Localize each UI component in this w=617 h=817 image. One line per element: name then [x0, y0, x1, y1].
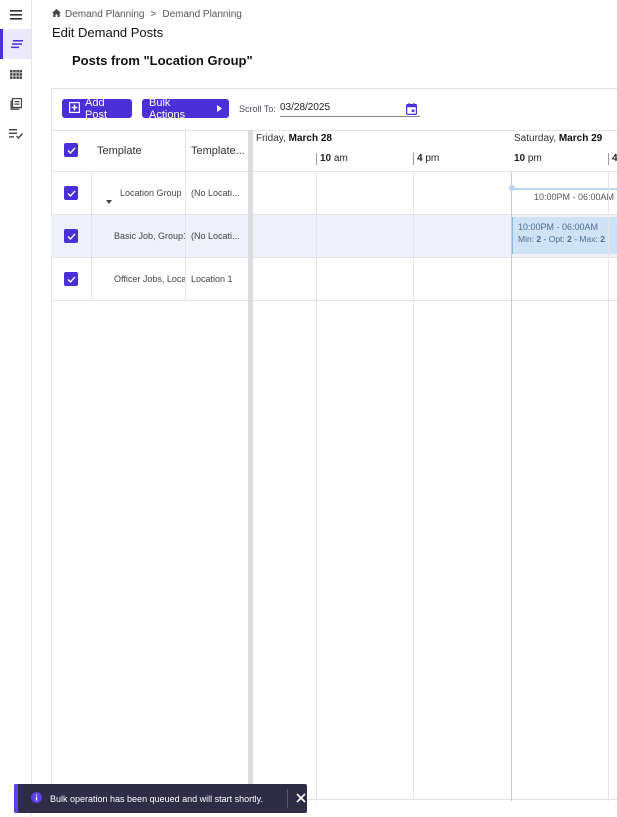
grid-line: [413, 172, 414, 801]
column-header-template[interactable]: Template: [97, 145, 142, 157]
toast-message: Bulk operation has been queued and will …: [50, 793, 263, 804]
shift-block[interactable]: 10:00PM - 06:00AM Min: 2 - Opt: 2 - Max:…: [511, 217, 617, 254]
toast-accent-bar: [14, 784, 18, 813]
row-template-name: Officer Jobs, Loca: [114, 274, 185, 284]
timeline-row: 10:00PM - 06:00AM: [253, 172, 617, 215]
opt-label: - Opt:: [541, 234, 568, 244]
toolbar: Add Post Bulk Actions Scroll To: 03/28/2…: [51, 88, 617, 130]
day-label-friday: Friday, March 28: [256, 133, 332, 144]
breadcrumb-link-demand-planning[interactable]: Demand Planning: [65, 9, 145, 20]
time-label: 10 pm: [511, 153, 542, 165]
time-hour: 10: [514, 153, 526, 164]
max-label: - Max:: [571, 234, 601, 244]
toast-divider: [287, 789, 288, 808]
time-label: 4 pm: [413, 153, 439, 165]
day-date: March 29: [558, 133, 603, 144]
add-post-button[interactable]: Add Post: [62, 96, 132, 121]
column-divider: [91, 258, 92, 301]
table-row[interactable]: Basic Job, Group1 (No Locati...: [51, 215, 248, 258]
day-weekday: Friday,: [256, 133, 286, 144]
day-date: March 28: [288, 133, 332, 144]
library-icon[interactable]: [0, 89, 31, 119]
day-label-saturday: Saturday, March 29: [514, 133, 602, 144]
column-header-template-2[interactable]: Template...: [191, 145, 245, 157]
time-hour: 10: [320, 153, 332, 164]
breadcrumb: Demand Planning > Demand Planning: [52, 9, 242, 20]
bulk-actions-label: Bulk Actions: [149, 96, 186, 121]
home-icon[interactable]: [52, 9, 61, 20]
time-suffix: am: [331, 153, 348, 164]
current-time-line: [511, 172, 512, 801]
time-label: 10 am: [316, 153, 348, 165]
demand-posts-icon[interactable]: [0, 29, 31, 59]
add-post-label: Add Post: [85, 96, 108, 121]
column-divider: [185, 215, 186, 258]
scroll-to-date-input[interactable]: 03/28/2025: [280, 99, 420, 117]
timeline-grid: Friday, March 28 Saturday, March 29 10 a…: [253, 130, 617, 801]
page-title: Edit Demand Posts: [52, 25, 164, 40]
row-template-name: Location Group: [120, 188, 182, 198]
select-all-checkbox[interactable]: [64, 143, 78, 157]
expand-caret-icon[interactable]: [106, 191, 112, 209]
bulk-actions-button[interactable]: Bulk Actions: [142, 96, 229, 121]
grid-line: [608, 172, 609, 801]
row-checkbox[interactable]: [64, 229, 78, 243]
table-row[interactable]: Officer Jobs, Loca Location 1: [51, 258, 248, 301]
shift-min-opt-max: Min: 2 - Opt: 2 - Max: 2: [518, 234, 617, 244]
group-shift-time: 10:00PM - 06:00AM: [534, 192, 615, 202]
calendar-icon[interactable]: [406, 102, 418, 120]
group-shift-bar: [511, 188, 617, 190]
checklist-icon[interactable]: [0, 119, 31, 149]
section-title: Posts from "Location Group": [72, 53, 253, 68]
time-label: 4: [608, 153, 617, 165]
breadcrumb-current: Demand Planning: [162, 9, 242, 20]
row-checkbox[interactable]: [64, 186, 78, 200]
grid-line: [316, 172, 317, 801]
column-divider: [91, 172, 92, 215]
column-divider: [185, 131, 186, 172]
breadcrumb-separator: >: [150, 9, 157, 20]
info-icon: [31, 792, 42, 805]
close-icon[interactable]: [296, 793, 306, 805]
column-divider: [185, 258, 186, 301]
table-header: Template Template...: [51, 131, 248, 172]
min-label: Min:: [518, 234, 537, 244]
group-shift-marker: [509, 185, 515, 191]
column-divider: [91, 215, 92, 258]
column-divider: [185, 172, 186, 215]
day-weekday: Saturday,: [514, 133, 557, 144]
nav-rail: [0, 0, 32, 817]
caret-right-icon: [217, 103, 222, 115]
row-template-location: (No Locati...: [191, 231, 240, 241]
time-hour: 4: [612, 153, 617, 164]
add-post-icon: [69, 101, 81, 116]
row-template-name: Basic Job, Group1: [114, 231, 185, 241]
row-template-location: Location 1: [191, 274, 233, 284]
table-row[interactable]: Location Group (No Locati...: [51, 172, 248, 215]
scroll-to-label: Scroll To:: [239, 104, 276, 114]
time-suffix: pm: [525, 153, 542, 164]
menu-icon[interactable]: [0, 0, 31, 30]
posts-table: Template Template... Location Group (No …: [51, 130, 248, 800]
shift-time: 10:00PM - 06:00AM: [518, 222, 599, 232]
row-template-location: (No Locati...: [191, 188, 240, 198]
row-checkbox[interactable]: [64, 272, 78, 286]
toast-notification: Bulk operation has been queued and will …: [14, 784, 307, 813]
grid-icon[interactable]: [0, 59, 31, 89]
max-value: 2: [600, 234, 605, 244]
timeline-row: [253, 258, 617, 301]
timeline-row: 10:00PM - 06:00AM Min: 2 - Opt: 2 - Max:…: [253, 215, 617, 258]
time-suffix: pm: [422, 153, 440, 164]
